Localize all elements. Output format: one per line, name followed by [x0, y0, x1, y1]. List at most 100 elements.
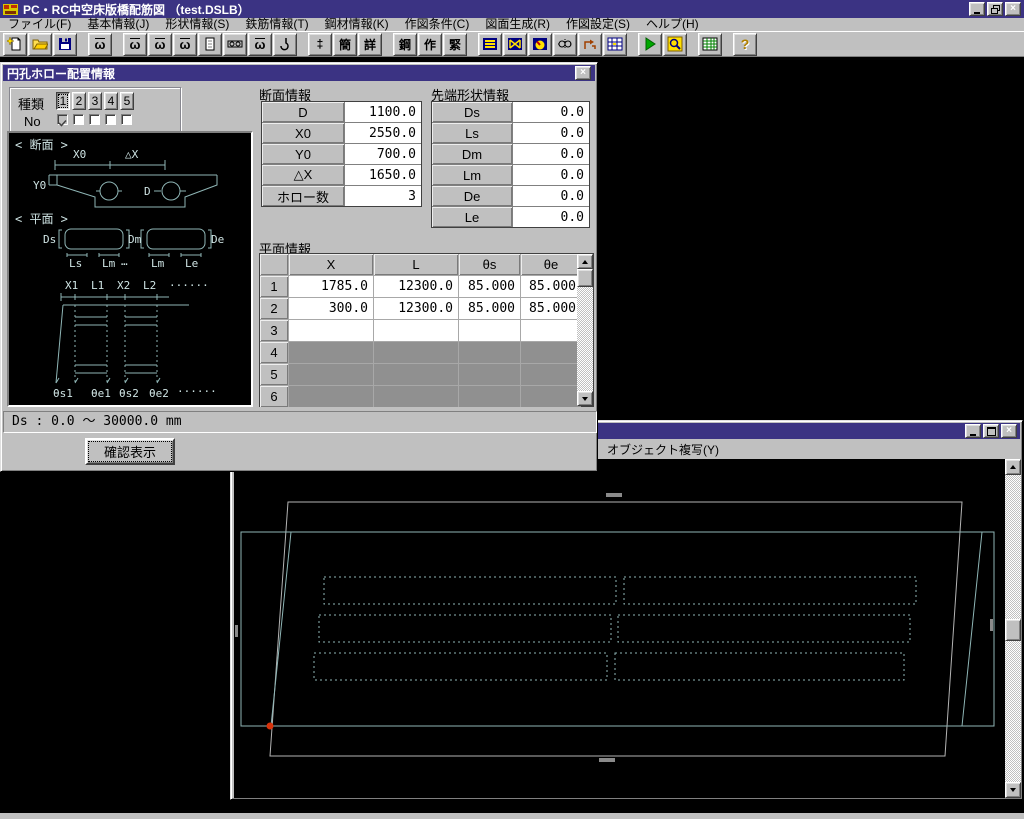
- field-value[interactable]: 2550.0: [345, 123, 421, 143]
- menu-copy-object[interactable]: オブジェクト複写(Y): [598, 441, 728, 458]
- menu-generate-drawing[interactable]: 図面生成(R): [477, 18, 558, 31]
- field-label: Lm: [432, 165, 512, 185]
- disabled-cell: [521, 386, 581, 407]
- steel-button[interactable]: 鋼: [393, 33, 417, 56]
- new-file-button[interactable]: [3, 33, 27, 56]
- menu-help[interactable]: ヘルプ(H): [638, 18, 707, 31]
- detail-view-button[interactable]: 詳: [358, 33, 382, 56]
- minimize-button[interactable]: [969, 2, 985, 16]
- gauge-button[interactable]: [528, 33, 552, 56]
- main-toolbar: ω ω ω ω ω ‡ 簡 詳 鋼 作 緊: [0, 31, 1024, 57]
- cross-brace-button[interactable]: [503, 33, 527, 56]
- menu-draw-conditions[interactable]: 作図条件(C): [397, 18, 478, 31]
- tension-button[interactable]: 緊: [443, 33, 467, 56]
- restore-button[interactable]: [987, 2, 1003, 16]
- preview-button[interactable]: [663, 33, 687, 56]
- field-value[interactable]: 0.0: [513, 123, 589, 143]
- viewer-minimize-button[interactable]: [965, 424, 981, 438]
- help-button[interactable]: ?: [733, 33, 757, 56]
- table-cell[interactable]: 85.000: [459, 276, 520, 297]
- section-layout-button[interactable]: ω: [148, 33, 172, 56]
- table-cell[interactable]: [459, 320, 520, 341]
- svg-text:······: ······: [169, 279, 209, 292]
- no-checkbox-4[interactable]: [105, 114, 116, 125]
- section-edit-button[interactable]: ω: [173, 33, 197, 56]
- deck-section-button[interactable]: ω: [248, 33, 272, 56]
- svg-text:θe2: θe2: [149, 387, 169, 400]
- menu-file[interactable]: ファイル(F): [0, 18, 79, 31]
- dialog-close-button[interactable]: ×: [575, 66, 591, 80]
- viewer-canvas[interactable]: [234, 459, 1021, 798]
- save-file-button[interactable]: [53, 33, 77, 56]
- col-header-theta-s: θs: [459, 254, 520, 275]
- no-checkbox-5[interactable]: [121, 114, 132, 125]
- menu-rebar-info[interactable]: 鉄筋情報(T): [237, 18, 316, 31]
- disabled-cell: [289, 386, 373, 407]
- scrollbar-thumb[interactable]: [1005, 619, 1021, 641]
- no-checkbox-3[interactable]: [89, 114, 100, 125]
- field-value[interactable]: 3: [345, 186, 421, 206]
- section-type-button[interactable]: ω: [123, 33, 147, 56]
- table-button[interactable]: [698, 33, 722, 56]
- grid-edit-button[interactable]: [603, 33, 627, 56]
- spacing-button[interactable]: [553, 33, 577, 56]
- layers-button[interactable]: [478, 33, 502, 56]
- bend-arrows-button[interactable]: [578, 33, 602, 56]
- confirm-display-button[interactable]: 確認表示: [85, 438, 175, 465]
- type-button-3[interactable]: 3: [88, 92, 102, 110]
- menu-shape-info[interactable]: 形状情報(S): [157, 18, 237, 31]
- field-value[interactable]: 0.0: [513, 207, 589, 227]
- type-button-5[interactable]: 5: [120, 92, 134, 110]
- scroll-down-button[interactable]: [577, 391, 593, 406]
- viewer-maximize-button[interactable]: [983, 424, 999, 438]
- menu-basic-info[interactable]: 基本情報(J): [79, 18, 157, 31]
- menu-draw-settings[interactable]: 作図設定(S): [558, 18, 638, 31]
- close-button[interactable]: ×: [1005, 2, 1021, 16]
- scroll-up-button[interactable]: [1005, 459, 1021, 475]
- field-value[interactable]: 0.0: [513, 102, 589, 122]
- table-cell[interactable]: 12300.0: [374, 298, 458, 319]
- hollow-section-button[interactable]: ω: [88, 33, 112, 56]
- plan-table-scrollbar[interactable]: [577, 254, 593, 406]
- scroll-down-button[interactable]: [1005, 782, 1021, 798]
- row-header: 5: [260, 364, 288, 385]
- make-button[interactable]: 作: [418, 33, 442, 56]
- field-value[interactable]: 1650.0: [345, 165, 421, 185]
- viewer-scrollbar[interactable]: [1005, 459, 1021, 798]
- simple-view-button[interactable]: 簡: [333, 33, 357, 56]
- rebar-pole-button[interactable]: ‡: [308, 33, 332, 56]
- field-value[interactable]: 700.0: [345, 144, 421, 164]
- field-value[interactable]: 0.0: [513, 144, 589, 164]
- scroll-up-button[interactable]: [577, 254, 593, 269]
- open-file-button[interactable]: [28, 33, 52, 56]
- table-cell[interactable]: 1785.0: [289, 276, 373, 297]
- field-value[interactable]: 0.0: [513, 186, 589, 206]
- type-button-4[interactable]: 4: [104, 92, 118, 110]
- table-cell[interactable]: 300.0: [289, 298, 373, 319]
- field-value[interactable]: 1100.0: [345, 102, 421, 122]
- table-cell[interactable]: 85.000: [521, 276, 581, 297]
- table-cell[interactable]: [289, 320, 373, 341]
- hollow-slab-button[interactable]: [223, 33, 247, 56]
- sheet-button[interactable]: [198, 33, 222, 56]
- type-button-2[interactable]: 2: [72, 92, 86, 110]
- table-cell[interactable]: 12300.0: [374, 276, 458, 297]
- svg-text:Le: Le: [185, 257, 198, 270]
- main-menubar: ファイル(F) 基本情報(J) 形状情報(S) 鉄筋情報(T) 鋼材情報(K) …: [0, 18, 1024, 31]
- type-button-1[interactable]: 1: [56, 92, 70, 110]
- bend-arrows-icon: [582, 36, 598, 52]
- no-checkbox-2[interactable]: [73, 114, 84, 125]
- table-cell[interactable]: 85.000: [459, 298, 520, 319]
- table-cell[interactable]: [521, 320, 581, 341]
- hook-button[interactable]: [273, 33, 297, 56]
- viewer-close-button[interactable]: ×: [1001, 424, 1017, 438]
- menu-steel-info[interactable]: 鋼材情報(K): [317, 18, 397, 31]
- section-type-icon: ω: [130, 38, 141, 50]
- scrollbar-thumb[interactable]: [577, 269, 593, 287]
- table-cell[interactable]: [374, 320, 458, 341]
- run-button[interactable]: [638, 33, 662, 56]
- table-cell[interactable]: 85.000: [521, 298, 581, 319]
- no-checkbox-1[interactable]: [57, 114, 68, 125]
- svg-text:X1: X1: [65, 279, 78, 292]
- field-value[interactable]: 0.0: [513, 165, 589, 185]
